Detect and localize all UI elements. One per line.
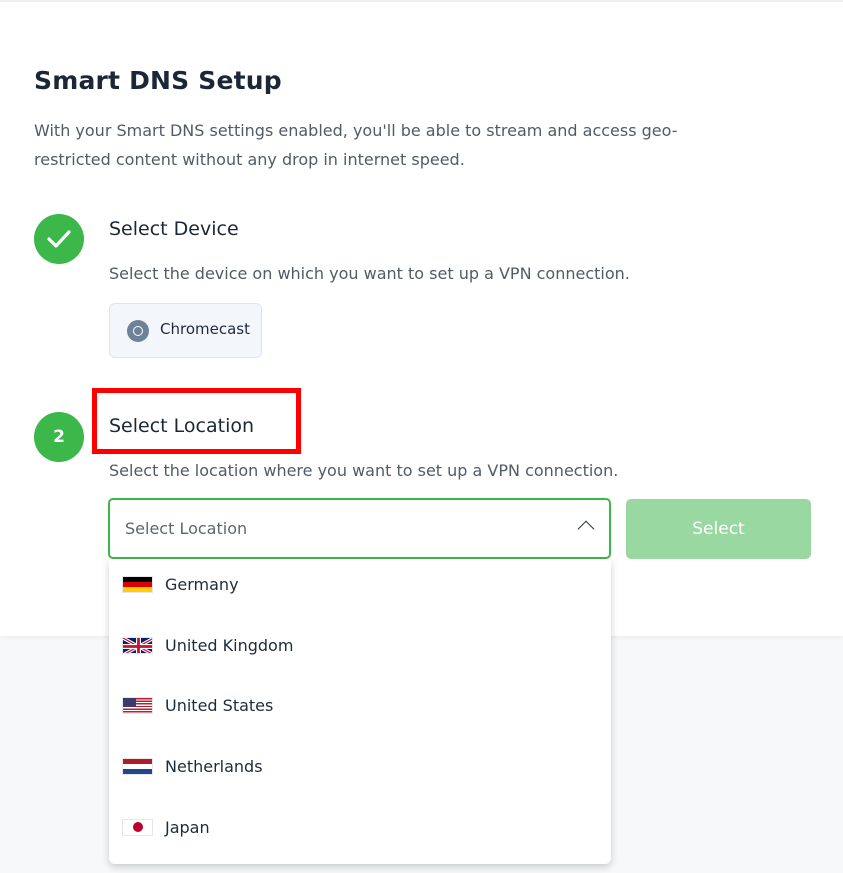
location-option-label: Netherlands — [165, 756, 263, 776]
checkmark-icon — [47, 230, 71, 248]
step-2-number-badge: 2 — [34, 412, 84, 462]
device-chip-label: Chromecast — [160, 319, 250, 338]
location-option-label: United States — [165, 695, 274, 715]
location-option-japan[interactable]: Japan — [109, 807, 611, 847]
chromecast-icon — [127, 319, 149, 342]
select-button[interactable]: Select — [626, 499, 811, 559]
location-option-united-states[interactable]: United States — [109, 685, 611, 725]
location-select-placeholder: Select Location — [125, 519, 248, 538]
step-2-heading: Select Location — [109, 415, 255, 437]
location-dropdown: Germany United Kingdom United States Net… — [109, 559, 611, 864]
location-option-netherlands[interactable]: Netherlands — [109, 746, 611, 786]
chevron-up-icon — [577, 520, 595, 538]
flag-netherlands-icon — [122, 757, 153, 775]
location-select[interactable]: Select Location — [108, 498, 611, 559]
device-chip-chromecast[interactable]: Chromecast — [109, 303, 262, 358]
step-1-complete-icon — [34, 214, 84, 264]
flag-germany-icon — [122, 575, 153, 593]
location-option-united-kingdom[interactable]: United Kingdom — [109, 625, 611, 665]
location-option-label: United Kingdom — [165, 635, 294, 655]
location-option-label: Germany — [165, 574, 239, 594]
flag-united-states-icon — [122, 696, 153, 714]
step-2-number: 2 — [53, 427, 65, 447]
flag-japan-icon — [122, 818, 153, 836]
flag-united-kingdom-icon — [122, 636, 153, 654]
step-1-heading: Select Device — [109, 218, 239, 240]
page-description: With your Smart DNS settings enabled, yo… — [34, 121, 678, 169]
step-2-description: Select the location where you want to se… — [109, 461, 619, 480]
location-option-germany[interactable]: Germany — [109, 564, 611, 604]
location-option-label: Japan — [165, 817, 210, 837]
step-1-description: Select the device on which you want to s… — [109, 264, 630, 283]
page-title: Smart DNS Setup — [34, 66, 282, 95]
